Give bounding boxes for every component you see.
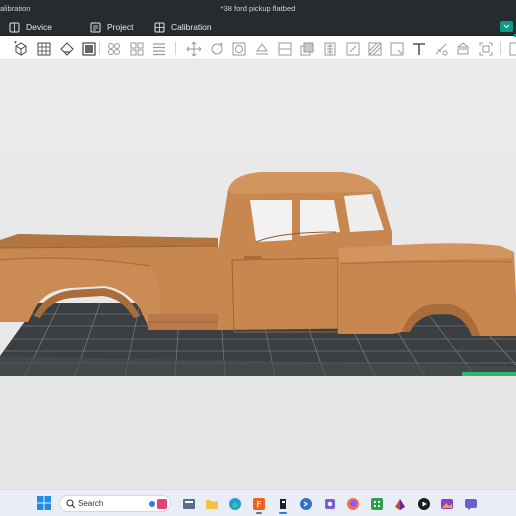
search-icon [66,499,76,509]
layer-list-icon[interactable] [150,40,167,57]
search-highlight-icon [149,499,167,509]
terminal-icon[interactable] [298,495,314,512]
toolbar-separator [99,42,100,55]
split-icon[interactable] [128,40,145,57]
active-indicator [279,512,287,514]
3d-slicer-icon[interactable] [275,495,291,514]
scene-canvas [0,172,516,377]
text-icon[interactable] [410,40,427,57]
firefox-icon[interactable] [345,495,361,512]
lay-on-face-icon[interactable] [253,40,270,57]
support-paint-icon[interactable] [321,40,338,57]
fit-icon[interactable] [477,40,494,57]
main-tab-bar: Device Project Calibration [0,17,516,53]
color-paint-icon[interactable] [432,40,449,57]
document-title: *38 ford pickup flatbed [220,4,296,13]
running-indicator [256,512,262,514]
cut-icon[interactable] [276,40,293,57]
search-placeholder: Search [78,499,104,508]
move-icon[interactable] [185,40,202,57]
chat-icon[interactable] [463,495,479,512]
windows-start-icon[interactable] [37,496,51,510]
title-bar: alibration *38 ford pickup flatbed [0,0,516,17]
chevron-down-icon [503,24,510,29]
add-object-icon[interactable] [12,40,29,57]
cube-icon [9,22,20,33]
expand-button[interactable] [500,21,513,32]
app-store-icon[interactable]: F [251,495,267,514]
orient-icon[interactable] [58,40,75,57]
folder-icon[interactable] [204,495,220,512]
search-box[interactable]: Search [59,495,171,512]
seam-paint-icon[interactable] [344,40,361,57]
file-manager-icon[interactable] [181,495,197,512]
tab-project-label: Project [107,22,134,32]
assembly-icon[interactable] [454,40,471,57]
media-player-icon[interactable] [416,495,432,512]
paint-icon[interactable] [392,495,408,512]
calibration-icon [154,22,165,33]
3d-viewport[interactable] [0,60,516,489]
scale-icon[interactable] [230,40,247,57]
layers-icon[interactable] [80,40,97,57]
boolean-icon[interactable] [298,40,315,57]
tab-calibration[interactable]: Calibration [154,20,212,34]
toolbar-separator [175,42,176,55]
tab-device[interactable]: Device [9,20,52,34]
auto-arrange-icon[interactable] [105,40,122,57]
main-toolbar [0,37,516,60]
tab-project[interactable]: Project [90,20,133,34]
calculator-icon[interactable] [369,495,385,512]
settings-icon[interactable] [322,495,338,512]
rotate-icon[interactable] [208,40,225,57]
measure-icon[interactable] [388,40,405,57]
taskbar: Search F [0,489,516,516]
project-icon [90,22,101,33]
tab-device-label: Device [26,22,52,32]
more-tools-icon[interactable] [505,40,516,57]
grid-arrange-icon[interactable] [35,40,52,57]
photos-icon[interactable] [439,495,455,512]
plate-edge-marker [462,372,516,376]
toolbar-separator [500,42,501,55]
svg-text:F: F [256,500,261,510]
edge-icon[interactable] [227,495,243,512]
fuzzy-skin-icon[interactable] [366,40,383,57]
tab-calibration-label: Calibration [171,22,212,32]
